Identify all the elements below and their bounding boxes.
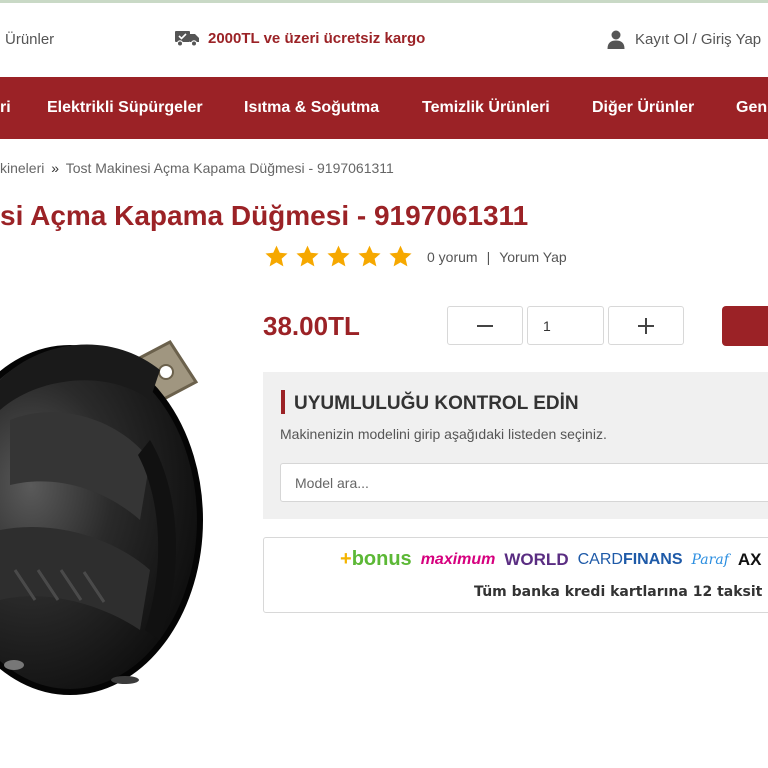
- maximum-logo: maximum: [420, 550, 496, 568]
- quantity-input[interactable]: 1: [527, 306, 604, 345]
- nav-item-gen[interactable]: Gen: [736, 99, 767, 117]
- product-price: 38.00TL: [263, 311, 360, 341]
- nav-item-heating-cooling[interactable]: Isıtma & Soğutma: [244, 99, 379, 117]
- plus-icon: [638, 317, 654, 334]
- review-count[interactable]: 0 yorum: [427, 249, 478, 265]
- account-link[interactable]: Kayıt Ol / Giriş Yap: [606, 29, 761, 49]
- nav-item-other-products[interactable]: Diğer Ürünler: [592, 99, 694, 117]
- free-shipping-notice: 2000TL ve üzeri ücretsiz kargo: [175, 29, 425, 47]
- heading-accent-bar: [281, 390, 285, 414]
- star-icon: [265, 245, 288, 267]
- account-link-text: Kayıt Ol / Giriş Yap: [635, 30, 762, 48]
- bank-logos: +bonus maximum WORLD CARDFINANS Paraf AX: [340, 548, 762, 571]
- bonus-logo: +bonus: [340, 548, 412, 570]
- product-rating: 0 yorum | Yorum Yap: [264, 244, 567, 269]
- star-icon: [296, 245, 319, 267]
- star-icon: [358, 245, 381, 267]
- products-link[interactable]: Ürünler: [5, 31, 54, 48]
- world-logo: WORLD: [504, 549, 569, 569]
- add-to-cart-button[interactable]: [722, 306, 768, 346]
- compatibility-heading: UYUMLULUĞU KONTROL EDİN: [294, 393, 579, 414]
- top-info-bar: Ürünler 2000TL ve üzeri ücretsiz kargo K…: [0, 3, 768, 77]
- free-shipping-text: 2000TL ve üzeri ücretsiz kargo: [208, 29, 426, 47]
- breadcrumb-separator: »: [51, 160, 60, 176]
- nav-item-vacuum-cleaners[interactable]: Elektrikli Süpürgeler: [47, 99, 203, 117]
- write-review-link[interactable]: Yorum Yap: [499, 249, 566, 265]
- product-image[interactable]: [0, 270, 250, 710]
- paraf-logo: Paraf: [691, 551, 729, 568]
- rating-stars[interactable]: [264, 244, 413, 269]
- user-icon: [607, 30, 625, 49]
- star-icon: [389, 245, 412, 267]
- model-search-input[interactable]: Model ara...: [280, 463, 768, 502]
- compatibility-check-box: UYUMLULUĞU KONTROL EDİN Makinenizin mode…: [263, 372, 768, 519]
- truck-icon: [175, 31, 199, 47]
- minus-icon: [477, 324, 493, 327]
- quantity-decrease-button[interactable]: [447, 306, 523, 345]
- nav-item-cleaning-products[interactable]: Temizlik Ürünleri: [422, 99, 550, 117]
- product-title: si Açma Kapama Düğmesi - 9197061311: [0, 200, 529, 231]
- nav-item-partial[interactable]: ri: [0, 99, 11, 117]
- breadcrumb-current: Tost Makinesi Açma Kapama Düğmesi - 9197…: [65, 160, 394, 176]
- installment-note: Tüm banka kredi kartlarına 12 taksit: [474, 584, 763, 600]
- rating-separator: |: [486, 248, 491, 265]
- breadcrumb-parent-link[interactable]: kineleri: [0, 160, 44, 176]
- axess-logo: AX: [737, 549, 762, 569]
- installment-box: +bonus maximum WORLD CARDFINANS Paraf AX…: [263, 537, 768, 613]
- quantity-increase-button[interactable]: [608, 306, 684, 345]
- cardfinans-logo: CARDFINANS: [577, 550, 683, 568]
- breadcrumb: kineleri » Tost Makinesi Açma Kapama Düğ…: [0, 160, 394, 176]
- main-nav: ri Elektrikli Süpürgeler Isıtma & Soğutm…: [0, 77, 768, 139]
- star-icon: [327, 245, 350, 267]
- compatibility-description: Makinenizin modelini girip aşağıdaki lis…: [280, 426, 607, 442]
